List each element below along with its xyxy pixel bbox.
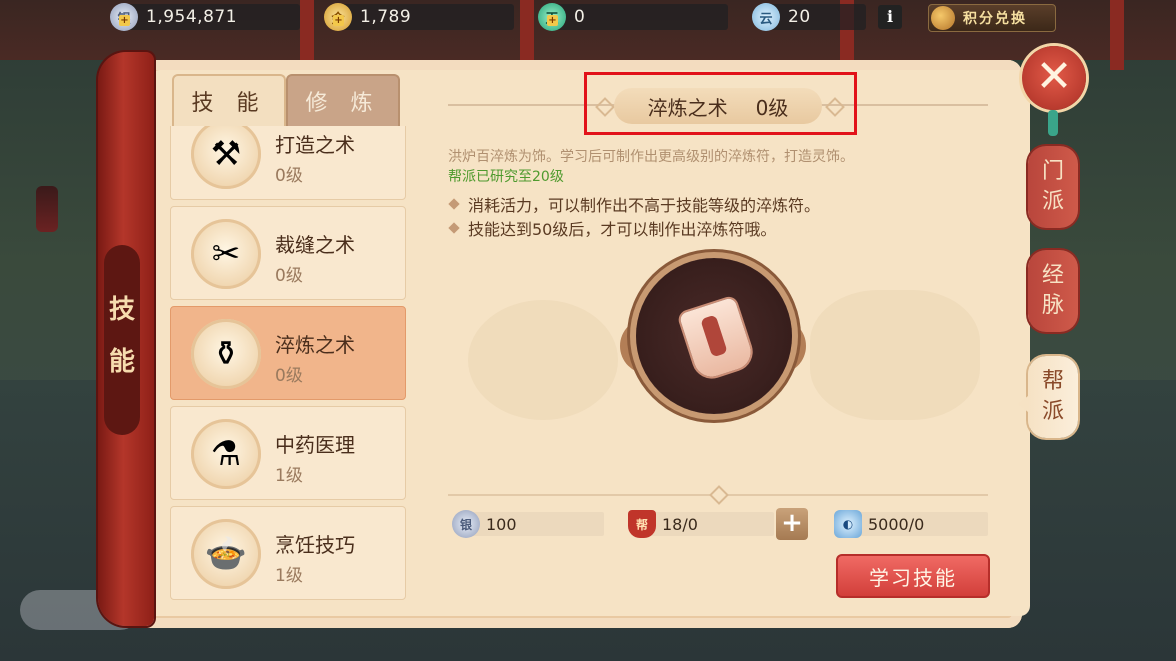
skill-name: 裁缝之术 [275, 233, 355, 257]
skill-name: 淬炼之术 [275, 333, 355, 357]
skill-level: 1级 [275, 566, 303, 586]
skill-list[interactable]: ⚒ 打造之术 0级 ✂ 裁缝之术 0级 ⚱ 淬炼之术 0级 ⚗ 中药医理 1级 … [168, 126, 408, 604]
spine-title: 技 能 [106, 284, 138, 388]
bullet-diamond-icon [448, 222, 460, 234]
side-tab-char: 帮 [1041, 369, 1064, 394]
guild-research-level: 帮派已研究至20级 [448, 169, 564, 185]
guild-contribution-value: 18/0 [662, 514, 698, 534]
side-tab-meridian[interactable]: 经 脉 [1028, 250, 1078, 332]
info-icon[interactable]: i [878, 5, 902, 29]
highlight-box [584, 72, 857, 135]
jade-value: 0 [574, 7, 586, 27]
points-exchange-button[interactable]: 积分兑换 [928, 4, 1056, 32]
background-character [36, 186, 58, 232]
gold-value: 1,789 [360, 7, 412, 27]
skill-name: 中药医理 [275, 433, 355, 457]
gold-currency[interactable]: 金 1,789 [324, 3, 514, 31]
skill-item-tailor[interactable]: ✂ 裁缝之术 0级 [170, 206, 406, 300]
refine-icon: ⚱ [191, 319, 261, 389]
active-side-tab-arrow [1018, 396, 1028, 412]
silver-cost-value: 100 [486, 514, 517, 534]
jade-currency[interactable]: 玉 0 [538, 3, 728, 31]
tab-skill[interactable]: 技 能 [172, 74, 286, 126]
side-tab-guild[interactable]: 帮 派 [1028, 356, 1078, 438]
bullet-text: 技能达到50级后，才可以制作出淬炼符哦。 [468, 220, 777, 239]
currency-bar: 银 1,954,871 + 金 1,789 + 玉 0 + 云 20 i 积分兑… [0, 0, 1176, 34]
skill-description: 洪炉百淬炼为饰。学习后可制作出更高级别的淬炼符，打造灵饰。 [448, 149, 854, 165]
silver-cost: 银 100 [452, 510, 604, 538]
close-icon[interactable]: ✕ [1022, 46, 1086, 110]
cloud-currency[interactable]: 云 20 [752, 3, 866, 31]
money-bag-icon [931, 6, 955, 30]
spine-char: 技 [108, 295, 135, 325]
side-tab-char: 经 [1041, 263, 1064, 288]
skill-name: 打造之术 [275, 133, 355, 157]
forge-icon: ⚒ [191, 126, 261, 189]
energy-cost-value: 5000/0 [868, 514, 925, 534]
points-exchange-label: 积分兑换 [963, 11, 1027, 27]
skill-level: 0级 [275, 366, 303, 386]
side-tab-char: 脉 [1041, 293, 1064, 318]
skill-item-medicine[interactable]: ⚗ 中药医理 1级 [170, 406, 406, 500]
skill-bullet: 消耗活力，可以制作出不高于技能等级的淬炼符。 [448, 192, 820, 216]
cloud-value: 20 [788, 7, 811, 27]
background-furnace-illustration [810, 290, 980, 420]
close-tassel [1048, 110, 1058, 136]
skill-name: 烹饪技巧 [275, 533, 355, 557]
bullet-text: 消耗活力，可以制作出不高于技能等级的淬炼符。 [468, 196, 821, 215]
side-tab-char: 派 [1041, 399, 1064, 424]
cloud-icon: 云 [752, 3, 780, 31]
tailor-icon: ✂ [191, 219, 261, 289]
silver-currency[interactable]: 银 1,954,871 [110, 3, 300, 31]
energy-cost: ◐ 5000/0 [834, 510, 988, 538]
add-silver-icon[interactable]: + [119, 15, 130, 26]
side-tab-char: 门 [1041, 159, 1064, 184]
medicine-icon: ⚗ [191, 419, 261, 489]
add-jade-icon[interactable]: + [547, 15, 558, 26]
guild-contribution-cost: 帮 18/0 [628, 510, 774, 538]
add-contribution-button[interactable]: + [776, 508, 808, 540]
tab-train[interactable]: 修 炼 [286, 74, 400, 126]
skill-level: 0级 [275, 266, 303, 286]
silver-coin-icon: 银 [452, 510, 480, 538]
skill-level: 0级 [275, 166, 303, 186]
silver-value: 1,954,871 [146, 7, 238, 27]
guild-badge-icon: 帮 [628, 510, 656, 538]
cooking-icon: 🍲 [191, 519, 261, 589]
skill-level: 1级 [275, 466, 303, 486]
background-pot-illustration [468, 300, 618, 420]
add-gold-icon[interactable]: + [333, 15, 344, 26]
side-tab-sect[interactable]: 门 派 [1028, 146, 1078, 228]
spine-char: 能 [108, 347, 135, 377]
skill-item-refine[interactable]: ⚱ 淬炼之术 0级 [170, 306, 406, 400]
skill-item-forge[interactable]: ⚒ 打造之术 0级 [170, 126, 406, 200]
energy-icon: ◐ [834, 510, 862, 538]
skill-item-cooking[interactable]: 🍲 烹饪技巧 1级 [170, 506, 406, 600]
skill-bullet: 技能达到50级后，才可以制作出淬炼符哦。 [448, 216, 776, 240]
side-tab-char: 派 [1041, 189, 1064, 214]
learn-skill-button[interactable]: 学习技能 [836, 554, 990, 598]
bullet-diamond-icon [448, 198, 460, 210]
